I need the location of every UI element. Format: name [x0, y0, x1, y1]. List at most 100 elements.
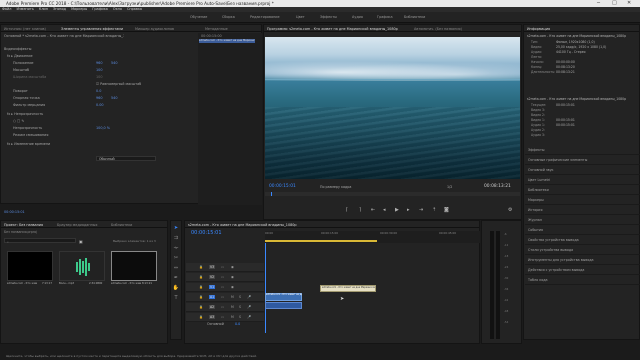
- track-mute-icon[interactable]: M: [231, 315, 234, 319]
- workspace-effects[interactable]: Эффекты: [320, 15, 337, 19]
- panel-list-item[interactable]: Инструменты для устройства вывода: [525, 256, 640, 265]
- track-eye-icon[interactable]: ◉: [231, 265, 234, 269]
- track-lock-icon[interactable]: 🔒: [199, 285, 203, 289]
- program-timecode[interactable]: 00:00:15:01: [269, 184, 296, 189]
- mini-timeline-clip[interactable]: s2meta.com - Кто живет на дне Марианской…: [199, 39, 255, 43]
- tab-audio-clip-mixer[interactable]: Микшер аудиоклипов: [135, 27, 174, 31]
- audio-clip-a1[interactable]: [265, 302, 302, 309]
- step-back-icon[interactable]: ◂: [383, 207, 386, 213]
- effect-controls-timecode[interactable]: 00:00:15:01: [4, 210, 25, 214]
- panel-list-item[interactable]: Основные графические элементы: [525, 156, 640, 165]
- project-item-thumb-2[interactable]: [59, 251, 105, 281]
- workspace-graphics[interactable]: Графика: [377, 15, 393, 19]
- track-sync-icon[interactable]: ▭: [221, 295, 224, 299]
- position-y-value[interactable]: 540: [111, 61, 117, 65]
- slip-tool-icon[interactable]: ⇔: [171, 265, 181, 273]
- flicker-value[interactable]: 0.00: [96, 103, 104, 107]
- menu-markers[interactable]: Маркеры: [71, 7, 87, 11]
- track-sync-icon[interactable]: ▭: [221, 265, 224, 269]
- track-name[interactable]: V2: [209, 274, 216, 279]
- track-sync-icon[interactable]: ▭: [221, 275, 224, 279]
- track-sync-icon[interactable]: ▭: [221, 315, 224, 319]
- track-name[interactable]: V3: [209, 264, 216, 269]
- track-mic-icon[interactable]: 🎤: [247, 295, 251, 299]
- video-frame[interactable]: [265, 37, 520, 179]
- panel-list-item[interactable]: Действия с устройством вывода: [525, 266, 640, 275]
- track-select-tool-icon[interactable]: ⇉: [171, 235, 181, 243]
- tab-source[interactable]: Источник: (нет клипов): [4, 27, 46, 31]
- track-name[interactable]: A2: [209, 304, 216, 309]
- track-sync-icon[interactable]: ▭: [221, 285, 224, 289]
- track-eye-icon[interactable]: ◉: [231, 285, 234, 289]
- panel-list-item[interactable]: История: [525, 206, 640, 215]
- go-to-in-icon[interactable]: ⇤: [371, 207, 375, 213]
- mark-out-icon[interactable]: ⌉: [359, 207, 361, 213]
- export-frame-icon[interactable]: ◙: [444, 207, 449, 213]
- minimize-icon[interactable]: ─: [597, 0, 600, 7]
- tab-project[interactable]: Проект: Без названия: [4, 223, 43, 227]
- track-lock-icon[interactable]: 🔒: [199, 275, 203, 279]
- track-mic-icon[interactable]: 🎤: [247, 315, 251, 319]
- new-bin-icon[interactable]: ▣: [79, 239, 83, 244]
- tab-program[interactable]: Программа: s2meta.com - Кто живет на дне…: [267, 27, 398, 31]
- ripple-edit-tool-icon[interactable]: ⟛: [171, 245, 181, 253]
- selection-tool-icon[interactable]: ➤: [171, 225, 181, 233]
- anchor-x-value[interactable]: 960: [96, 96, 102, 100]
- fit-dropdown[interactable]: По размеру кадра: [320, 185, 351, 189]
- workspace-color[interactable]: Цвет: [296, 15, 305, 19]
- anchor-y-value[interactable]: 540: [111, 96, 117, 100]
- pen-tool-icon[interactable]: ✒: [171, 275, 181, 283]
- position-x-value[interactable]: 960: [96, 61, 102, 65]
- uniform-scale-checkbox[interactable]: ☑ Равномерный масштаб: [96, 82, 141, 86]
- panel-list-item[interactable]: Стили устройства вывода: [525, 246, 640, 255]
- motion-effect[interactable]: fx ▸ Движение: [7, 54, 33, 58]
- blend-mode-select[interactable]: Обычный: [96, 156, 156, 161]
- rotation-value[interactable]: 0.0: [96, 89, 101, 93]
- panel-list-item[interactable]: События: [525, 226, 640, 235]
- project-item-thumb-3[interactable]: [111, 251, 157, 281]
- lift-icon[interactable]: ⇡: [432, 207, 436, 213]
- panel-list-item[interactable]: Цвет Lumetri: [525, 176, 640, 185]
- scale-value[interactable]: 100: [96, 68, 102, 72]
- track-solo-icon[interactable]: S: [239, 315, 241, 319]
- mark-in-icon[interactable]: ⌈: [346, 207, 348, 213]
- workspace-editing[interactable]: Редактирование: [250, 15, 280, 19]
- track-solo-icon[interactable]: S: [239, 305, 241, 309]
- track-name[interactable]: A1: [209, 294, 216, 299]
- project-search-input[interactable]: ⌕: [4, 238, 76, 244]
- master-volume[interactable]: 0.0: [235, 322, 240, 326]
- workspace-libraries[interactable]: Библиотеки: [404, 15, 425, 19]
- panel-list-item[interactable]: Эффекты: [525, 146, 640, 155]
- step-forward-icon[interactable]: ▸: [407, 207, 410, 213]
- menu-graphics[interactable]: Графика: [92, 7, 108, 11]
- time-remap-effect[interactable]: fx ▸ Изменение времени: [7, 142, 50, 146]
- tab-sequence[interactable]: s2meta.com - Кто живет на дне Марианской…: [188, 223, 297, 227]
- effect-controls-master-clip[interactable]: Основной * s2meta.com - Кто живет на дне…: [4, 34, 124, 38]
- mask-shape-icons[interactable]: ○ □ ✎: [13, 119, 24, 123]
- tab-libraries[interactable]: Библиотеки: [111, 223, 132, 227]
- close-icon[interactable]: ✕: [627, 0, 631, 7]
- tab-metadata[interactable]: Метаданные: [205, 27, 228, 31]
- panel-list-item[interactable]: Свойства устройства вывода: [525, 236, 640, 245]
- track-eye-icon[interactable]: ◉: [231, 275, 234, 279]
- maximize-icon[interactable]: □: [612, 0, 617, 7]
- time-ruler[interactable]: 00:00 00:00:15:00 00:00:30:00 00:00:45:0…: [265, 231, 480, 243]
- project-item-thumb-1[interactable]: [7, 251, 53, 281]
- track-lock-icon[interactable]: 🔒: [199, 295, 203, 299]
- tab-info[interactable]: Информация: [527, 27, 550, 31]
- panel-list-item[interactable]: Журнал: [525, 216, 640, 225]
- track-lock-icon[interactable]: 🔒: [199, 315, 203, 319]
- go-to-out-icon[interactable]: ⇥: [419, 207, 423, 213]
- menu-edit[interactable]: Изменить: [16, 7, 33, 11]
- panel-list-item[interactable]: Маркеры: [525, 196, 640, 205]
- dragging-clip-ghost[interactable]: s2meta.com - Кто живет на дне Марианской…: [320, 285, 376, 292]
- menu-file[interactable]: Файл: [2, 7, 11, 11]
- program-scrubber[interactable]: [265, 192, 520, 196]
- menu-clip[interactable]: Клип: [39, 7, 48, 11]
- panel-list-item[interactable]: Библиотеки: [525, 186, 640, 195]
- program-playhead[interactable]: [271, 192, 272, 196]
- track-mute-icon[interactable]: M: [231, 305, 234, 309]
- effect-mini-timeline[interactable]: [198, 33, 262, 205]
- panel-list-item[interactable]: Основной звук: [525, 166, 640, 175]
- track-name[interactable]: V1: [209, 284, 216, 289]
